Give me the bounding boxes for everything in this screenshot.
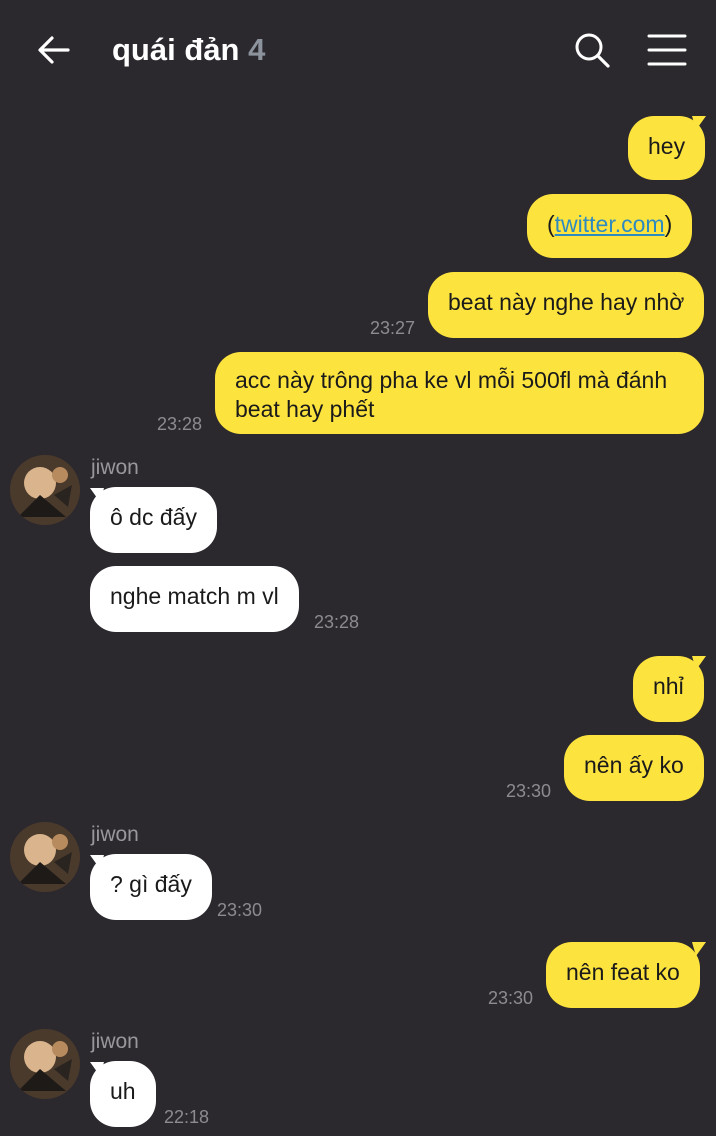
outgoing-message[interactable]: acc này trông pha ke vl mỗi 500fl mà đán… — [215, 352, 704, 434]
sender-name: jiwon — [91, 823, 139, 846]
message-text: nên ấy ko — [584, 752, 684, 778]
message-line: beat hay phết — [235, 396, 375, 422]
message-text: nghe match m vl — [110, 583, 279, 609]
sender-name: jiwon — [91, 456, 139, 479]
bubble-tail — [692, 116, 706, 130]
outgoing-message[interactable]: beat này nghe hay nhờ — [428, 272, 705, 338]
message-time: 23:28 — [157, 414, 203, 434]
message-time: 23:30 — [217, 900, 263, 920]
chat-name: quái đản — [112, 32, 240, 67]
sender-name: jiwon — [91, 1030, 139, 1053]
menu-icon[interactable] — [644, 28, 690, 72]
bubble-tail — [692, 942, 706, 956]
paren-close: ) — [664, 211, 673, 237]
paren-open: ( — [547, 211, 555, 237]
twitter-link[interactable]: twitter.com — [555, 211, 665, 237]
outgoing-message[interactable]: nên feat ko — [546, 942, 700, 1008]
message-text: uh — [110, 1078, 136, 1104]
incoming-message[interactable]: nghe match m vl — [90, 566, 299, 632]
outgoing-message[interactable]: (twitter.com) — [527, 194, 693, 258]
avatar[interactable] — [10, 455, 80, 525]
message-text: beat này nghe hay nhờ — [448, 289, 685, 315]
outgoing-message[interactable]: nên ấy ko — [564, 735, 704, 801]
avatar[interactable] — [10, 822, 80, 892]
message-time: 23:27 — [370, 318, 416, 338]
incoming-message[interactable]: ? gì đấy — [90, 854, 212, 920]
message-line: acc này trông pha ke vl mỗi 500fl mà đán… — [235, 367, 668, 393]
message-text: nhỉ — [653, 673, 684, 699]
message-text: hey — [648, 133, 686, 159]
message-text: ? gì đấy — [110, 871, 192, 897]
back-arrow-icon[interactable] — [32, 28, 76, 72]
message-text: nên feat ko — [566, 959, 680, 985]
incoming-message[interactable]: ô dc đấy — [90, 487, 217, 553]
chat-title[interactable]: quái đản 4 — [112, 30, 265, 70]
search-icon[interactable] — [570, 28, 614, 72]
chat-header: quái đản 4 — [0, 0, 716, 100]
message-time: 23:30 — [506, 781, 552, 801]
message-time: 23:30 — [488, 988, 534, 1008]
avatar[interactable] — [10, 1029, 80, 1099]
member-count: 4 — [248, 32, 266, 67]
bubble-tail — [692, 656, 706, 670]
message-text: ô dc đấy — [110, 504, 197, 530]
message-time: 22:18 — [164, 1107, 210, 1127]
message-time: 23:28 — [314, 612, 360, 632]
incoming-message[interactable]: uh — [90, 1061, 156, 1127]
